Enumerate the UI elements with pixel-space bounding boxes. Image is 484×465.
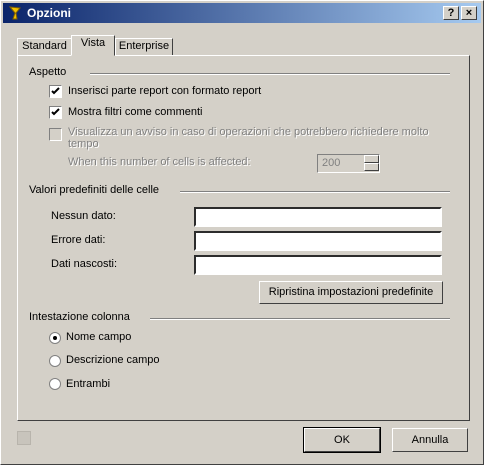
group-title-valori: Valori predefiniti delle celle (29, 184, 160, 196)
window-title: Opzioni (27, 6, 71, 20)
checkmark-icon (51, 108, 60, 116)
help-icon: ? (447, 7, 455, 19)
checkmark-icon (51, 87, 60, 95)
checkbox-visualizza-avviso[interactable] (49, 128, 62, 141)
tab-standard[interactable]: Standard (17, 38, 72, 56)
label-nessun-dato: Nessun dato: (51, 210, 116, 222)
input-dati-nascosti[interactable] (194, 255, 442, 275)
app-icon (8, 6, 21, 20)
help-button[interactable]: ? (443, 6, 459, 20)
group-title-aspetto: Aspetto (29, 66, 67, 78)
tab-panel-vista: Aspetto Inserisci parte report con forma… (17, 55, 470, 421)
label-descrizione-campo: Descrizione campo (66, 354, 160, 366)
divider (180, 191, 450, 193)
label-cells-affected: When this number of cells is affected: (68, 156, 251, 168)
ok-button[interactable]: OK (303, 427, 381, 453)
label-dati-nascosti: Dati nascosti: (51, 258, 118, 270)
label-visualizza-avviso-line1: Visualizza un avviso in caso di operazio… (68, 126, 429, 138)
input-nessun-dato[interactable] (194, 207, 442, 227)
size-grip-icon (17, 431, 31, 445)
radio-entrambi[interactable] (49, 378, 61, 390)
label-errore-dati: Errore dati: (51, 234, 106, 246)
close-icon: × (465, 7, 473, 19)
tab-enterprise[interactable]: Enterprise (115, 38, 173, 56)
cancel-button[interactable]: Annulla (392, 428, 468, 452)
options-dialog: Opzioni ? × Standard Vista Enterprise As… (0, 0, 484, 465)
cells-spinner-value: 200 (322, 157, 341, 169)
radio-descrizione-campo[interactable] (49, 355, 61, 367)
input-errore-dati[interactable] (194, 231, 442, 251)
tab-vista[interactable]: Vista (71, 35, 115, 56)
group-title-intestazione: Intestazione colonna (29, 311, 130, 323)
checkbox-mostra-filtri[interactable] (49, 106, 62, 119)
title-bar[interactable]: Opzioni ? × (3, 3, 481, 23)
label-visualizza-avviso-line2: tempo (68, 138, 99, 150)
label-nome-campo: Nome campo (66, 331, 132, 343)
label-inserisci-formato: Inserisci parte report con formato repor… (68, 85, 262, 97)
spin-up-icon[interactable] (364, 155, 379, 163)
radio-dot-icon (53, 336, 57, 340)
reset-defaults-button[interactable]: Ripristina impostazioni predefinite (259, 281, 443, 304)
label-entrambi: Entrambi (66, 378, 111, 390)
label-mostra-filtri: Mostra filtri come commenti (68, 106, 203, 118)
checkbox-inserisci-formato[interactable] (49, 85, 62, 98)
divider (150, 318, 450, 320)
spin-down-icon[interactable] (364, 163, 379, 171)
close-button[interactable]: × (461, 6, 477, 20)
radio-nome-campo[interactable] (49, 332, 61, 344)
divider (90, 73, 450, 75)
cells-spinner[interactable]: 200 (317, 154, 380, 173)
